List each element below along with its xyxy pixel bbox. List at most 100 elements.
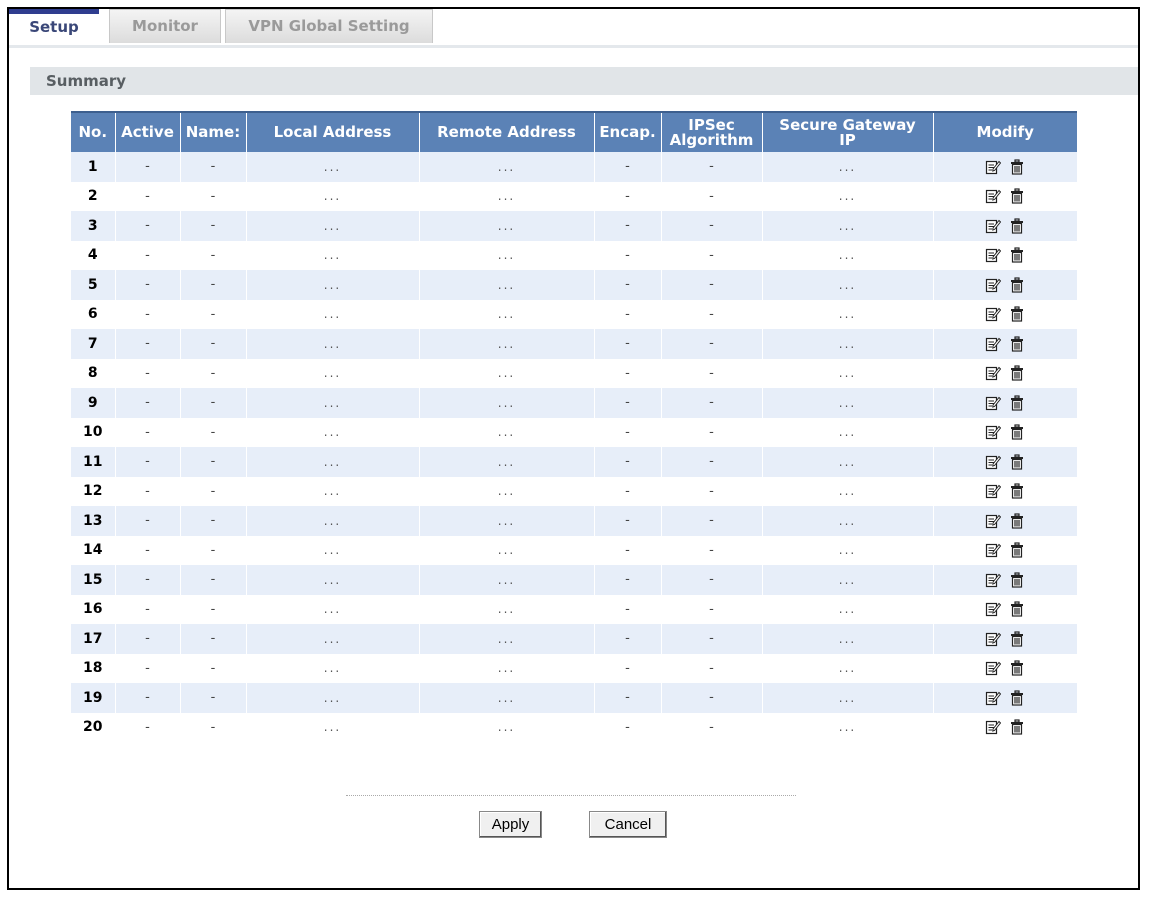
edit-icon[interactable] <box>985 631 1002 647</box>
trash-icon[interactable] <box>1009 188 1025 204</box>
vpn-rules-table: No. Active Name: Local Address Remote Ad… <box>71 111 1077 742</box>
cancel-button[interactable]: Cancel <box>589 811 667 838</box>
cell-no: 8 <box>71 358 116 388</box>
trash-icon[interactable] <box>1009 159 1025 175</box>
edit-icon[interactable] <box>985 365 1002 381</box>
cell-ipsec-algorithm: - <box>661 506 763 536</box>
col-header-active: Active <box>115 111 181 152</box>
table-row: 14- -...... - -... <box>71 535 1077 565</box>
cell-encap: - <box>594 329 662 359</box>
edit-icon[interactable] <box>985 719 1002 735</box>
cell-modify <box>933 152 1077 182</box>
cell-secure-gateway-ip: ... <box>762 594 934 624</box>
edit-icon[interactable] <box>985 690 1002 706</box>
cell-ipsec-algorithm: - <box>661 358 763 388</box>
edit-icon[interactable] <box>985 572 1002 588</box>
edit-icon[interactable] <box>985 277 1002 293</box>
cell-ipsec-algorithm: - <box>661 565 763 595</box>
cell-no: 4 <box>71 240 116 270</box>
trash-icon[interactable] <box>1009 218 1025 234</box>
trash-icon[interactable] <box>1009 690 1025 706</box>
edit-icon[interactable] <box>985 306 1002 322</box>
edit-icon[interactable] <box>985 513 1002 529</box>
cell-encap: - <box>594 594 662 624</box>
edit-icon[interactable] <box>985 188 1002 204</box>
trash-icon[interactable] <box>1009 542 1025 558</box>
cell-secure-gateway-ip: ... <box>762 565 934 595</box>
trash-icon[interactable] <box>1009 424 1025 440</box>
trash-icon[interactable] <box>1009 719 1025 735</box>
apply-button[interactable]: Apply <box>479 811 542 838</box>
trash-icon[interactable] <box>1009 247 1025 263</box>
cell-remote-address: ... <box>419 653 595 683</box>
edit-icon[interactable] <box>985 660 1002 676</box>
edit-icon[interactable] <box>985 218 1002 234</box>
trash-icon[interactable] <box>1009 336 1025 352</box>
edit-icon[interactable] <box>985 601 1002 617</box>
trash-icon[interactable] <box>1009 660 1025 676</box>
tab-monitor[interactable]: Monitor <box>109 9 221 43</box>
edit-icon[interactable] <box>985 395 1002 411</box>
cell-ipsec-algorithm: - <box>661 240 763 270</box>
edit-icon[interactable] <box>985 542 1002 558</box>
trash-icon[interactable] <box>1009 395 1025 411</box>
cell-local-address: ... <box>246 358 420 388</box>
cell-encap: - <box>594 506 662 536</box>
edit-icon[interactable] <box>985 159 1002 175</box>
trash-icon[interactable] <box>1009 277 1025 293</box>
trash-icon[interactable] <box>1009 306 1025 322</box>
cell-secure-gateway-ip: ... <box>762 358 934 388</box>
trash-icon[interactable] <box>1009 572 1025 588</box>
edit-icon[interactable] <box>985 336 1002 352</box>
trash-icon[interactable] <box>1009 483 1025 499</box>
cell-local-address: ... <box>246 329 420 359</box>
cell-modify <box>933 535 1077 565</box>
cell-ipsec-algorithm: - <box>661 624 763 654</box>
cell-name: - <box>180 624 247 654</box>
trash-icon[interactable] <box>1009 631 1025 647</box>
trash-icon[interactable] <box>1009 513 1025 529</box>
tab-setup[interactable]: Setup <box>9 9 99 43</box>
edit-icon[interactable] <box>985 454 1002 470</box>
cell-remote-address: ... <box>419 624 595 654</box>
cell-name: - <box>180 565 247 595</box>
cell-modify <box>933 653 1077 683</box>
cell-remote-address: ... <box>419 506 595 536</box>
edit-icon[interactable] <box>985 247 1002 263</box>
cell-secure-gateway-ip: ... <box>762 417 934 447</box>
cell-no: 15 <box>71 565 116 595</box>
cell-no: 19 <box>71 683 116 713</box>
table-header-row: No. Active Name: Local Address Remote Ad… <box>71 111 1077 152</box>
tab-vpn-global-setting[interactable]: VPN Global Setting <box>225 9 433 43</box>
divider <box>346 795 796 796</box>
cell-name: - <box>180 447 247 477</box>
cell-secure-gateway-ip: ... <box>762 683 934 713</box>
cell-name: - <box>180 594 247 624</box>
cell-modify <box>933 447 1077 477</box>
cell-encap: - <box>594 535 662 565</box>
cell-name: - <box>180 476 247 506</box>
trash-icon[interactable] <box>1009 454 1025 470</box>
cell-secure-gateway-ip: ... <box>762 653 934 683</box>
trash-icon[interactable] <box>1009 365 1025 381</box>
table-row: 5- -...... - -... <box>71 270 1077 300</box>
cell-no: 14 <box>71 535 116 565</box>
cell-no: 7 <box>71 329 116 359</box>
table-row: 4- -...... - -... <box>71 240 1077 270</box>
cell-remote-address: ... <box>419 270 595 300</box>
cell-encap: - <box>594 358 662 388</box>
cell-active: - <box>115 683 181 713</box>
table-row: 16- -...... - -... <box>71 594 1077 624</box>
cell-no: 20 <box>71 712 116 742</box>
cell-modify <box>933 476 1077 506</box>
table-row: 7- -...... - -... <box>71 329 1077 359</box>
edit-icon[interactable] <box>985 483 1002 499</box>
cell-remote-address: ... <box>419 181 595 211</box>
gateway-header-line2: IP <box>839 130 856 149</box>
edit-icon[interactable] <box>985 424 1002 440</box>
cell-remote-address: ... <box>419 417 595 447</box>
trash-icon[interactable] <box>1009 601 1025 617</box>
cell-modify <box>933 240 1077 270</box>
cell-encap: - <box>594 181 662 211</box>
cell-active: - <box>115 152 181 182</box>
